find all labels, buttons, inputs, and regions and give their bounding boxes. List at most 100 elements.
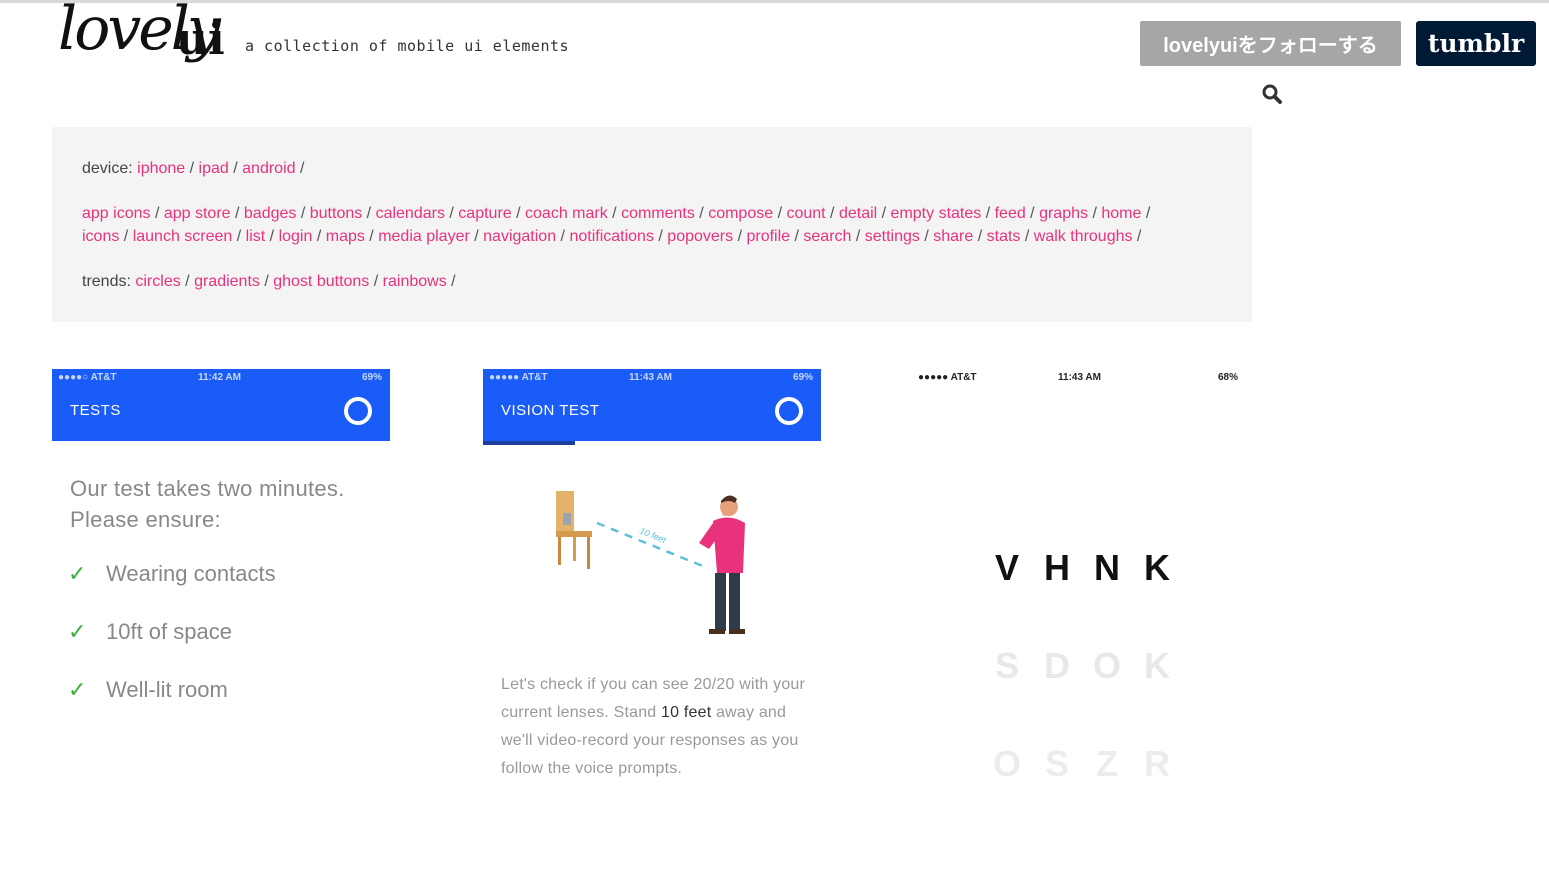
device-link[interactable]: android xyxy=(242,160,295,177)
category-link[interactable]: capture xyxy=(458,205,511,222)
category-link[interactable]: walk throughs xyxy=(1034,228,1133,245)
trend-link[interactable]: gradients xyxy=(194,273,260,290)
category-link[interactable]: settings xyxy=(865,228,920,245)
category-link[interactable]: count xyxy=(786,205,825,222)
search-icon[interactable] xyxy=(1261,83,1283,105)
separator: / xyxy=(362,205,372,222)
filter-panel: device: iphone / ipad / android / app ic… xyxy=(52,127,1252,322)
battery-label: 69% xyxy=(792,372,813,383)
category-link[interactable]: profile xyxy=(746,228,790,245)
checkmark-icon: ✓ xyxy=(68,561,87,586)
screenshot-card-tests[interactable]: ●●●●○ AT&T 11:42 AM 69% TESTS Our test t… xyxy=(52,369,390,849)
separator: / xyxy=(232,228,242,245)
separator: / xyxy=(1025,205,1035,222)
separator: / xyxy=(295,160,305,177)
tumblr-button[interactable]: tumblr xyxy=(1416,21,1536,66)
follow-button[interactable]: lovelyuiをフォローする xyxy=(1140,21,1401,66)
separator: / xyxy=(773,205,783,222)
separator: / xyxy=(1141,205,1151,222)
ring-icon xyxy=(775,397,803,425)
clock-label: 11:43 AM xyxy=(1058,372,1101,383)
trend-link[interactable]: rainbows xyxy=(383,273,447,290)
device-link[interactable]: iphone xyxy=(137,160,185,177)
category-link[interactable]: list xyxy=(246,228,266,245)
trend-link[interactable]: circles xyxy=(135,273,180,290)
eye-chart-row-3: O S Z R xyxy=(988,743,1178,785)
category-link[interactable]: calendars xyxy=(376,205,445,222)
app-bar-title: VISION TEST xyxy=(501,402,600,419)
separator: / xyxy=(981,205,991,222)
eye-chart-letter: O xyxy=(1092,645,1123,686)
separator: / xyxy=(180,273,190,290)
checklist-item: ✓ Well-lit room xyxy=(68,677,228,703)
clock-label: 11:42 AM xyxy=(198,372,241,383)
separator: / xyxy=(607,205,617,222)
category-link[interactable]: popovers xyxy=(667,228,733,245)
app-bar: ●●●●○ AT&T 11:42 AM 69% TESTS xyxy=(52,369,390,441)
eye-chart-letter: N xyxy=(1094,547,1122,588)
separator: / xyxy=(230,205,240,222)
intro-line-1: Our test takes two minutes. xyxy=(70,476,345,501)
battery-label: 68% xyxy=(1217,372,1238,383)
category-link[interactable]: home xyxy=(1101,205,1141,222)
eye-chart-letter: H xyxy=(1044,547,1072,588)
device-link[interactable]: ipad xyxy=(199,160,229,177)
category-link[interactable]: login xyxy=(279,228,313,245)
category-link[interactable]: graphs xyxy=(1039,205,1088,222)
status-bar: ●●●●● AT&T 11:43 AM 69% xyxy=(483,369,821,387)
carrier-label: ●●●●○ AT&T xyxy=(58,372,117,383)
category-link[interactable]: feed xyxy=(995,205,1026,222)
eye-chart-letter: K xyxy=(1144,547,1172,588)
category-link[interactable]: navigation xyxy=(483,228,556,245)
category-link[interactable]: app store xyxy=(164,205,231,222)
checklist-label: 10ft of space xyxy=(106,619,232,644)
category-links: app icons / app store / badges / buttons… xyxy=(82,202,1222,248)
chair-person-illustration: 10 feet xyxy=(556,491,745,634)
category-link[interactable]: comments xyxy=(621,205,695,222)
checklist-label: Well-lit room xyxy=(106,677,228,702)
category-link[interactable]: badges xyxy=(244,205,297,222)
clock-label: 11:43 AM xyxy=(629,372,672,383)
separator: / xyxy=(469,228,479,245)
category-link[interactable]: buttons xyxy=(310,205,362,222)
category-link[interactable]: share xyxy=(933,228,973,245)
category-link[interactable]: app icons xyxy=(82,205,151,222)
separator: / xyxy=(296,205,306,222)
device-links: iphone / ipad / android / xyxy=(137,160,304,177)
trends-row: trends: circles / gradients / ghost butt… xyxy=(82,270,1222,293)
checkmark-icon: ✓ xyxy=(68,677,87,702)
category-line-1: app icons / app store / badges / buttons… xyxy=(82,202,1222,225)
category-link[interactable]: maps xyxy=(326,228,365,245)
category-link[interactable]: notifications xyxy=(569,228,654,245)
logo-ui: ui xyxy=(176,14,225,65)
separator: / xyxy=(369,273,379,290)
category-link[interactable]: compose xyxy=(708,205,773,222)
category-link[interactable]: search xyxy=(803,228,851,245)
category-link[interactable]: detail xyxy=(839,205,877,222)
category-line-2: icons / launch screen / list / login / m… xyxy=(82,225,1222,248)
eye-chart-letter: Z xyxy=(1096,743,1120,784)
lovelyui-logo[interactable]: lovely ui xyxy=(58,0,238,96)
intro-text: Our test takes two minutes. Please ensur… xyxy=(70,473,345,535)
category-link[interactable]: icons xyxy=(82,228,119,245)
eye-chart-letter: K xyxy=(1144,645,1172,686)
separator: / xyxy=(790,228,799,245)
checkmark-icon: ✓ xyxy=(68,619,87,644)
category-link[interactable]: empty states xyxy=(891,205,982,222)
app-bar-title: TESTS xyxy=(70,402,121,419)
separator: / xyxy=(444,205,454,222)
category-link[interactable]: stats xyxy=(987,228,1021,245)
eye-chart-row-1: V H N K xyxy=(988,547,1178,589)
separator: / xyxy=(185,160,195,177)
checklist-item: ✓ Wearing contacts xyxy=(68,561,276,587)
trend-link[interactable]: ghost buttons xyxy=(273,273,369,290)
screenshot-card-eye-chart[interactable]: ●●●●● AT&T 11:43 AM 68% V H N K S D O K … xyxy=(908,369,1246,849)
category-link[interactable]: media player xyxy=(378,228,470,245)
screenshot-card-vision-test[interactable]: ●●●●● AT&T 11:43 AM 69% VISION TEST 10 f… xyxy=(483,369,821,849)
separator: / xyxy=(511,205,521,222)
category-link[interactable]: coach mark xyxy=(525,205,608,222)
checklist-item: ✓ 10ft of space xyxy=(68,619,232,645)
instruction-emphasis: 10 feet xyxy=(661,704,712,721)
category-link[interactable]: launch screen xyxy=(133,228,233,245)
separator: / xyxy=(1088,205,1097,222)
